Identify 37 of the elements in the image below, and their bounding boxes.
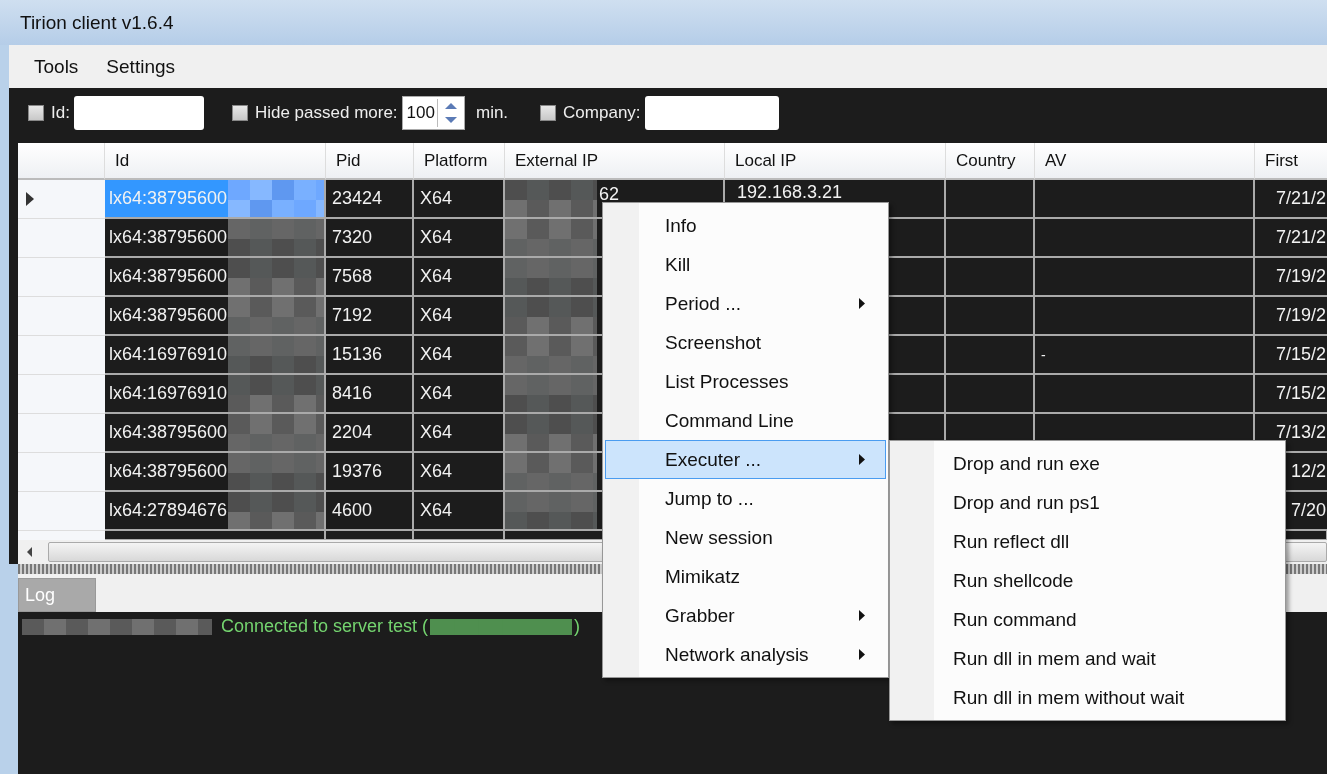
cell-text: 62 <box>599 184 620 205</box>
cell-text: 12/2 <box>1290 461 1326 482</box>
cell-text: lx64:38795600 <box>109 305 228 326</box>
cell-text: lx64:16976910 <box>109 344 228 365</box>
cell-text: 7/15/2 <box>1275 383 1326 404</box>
table-cell: 7192 <box>326 297 414 336</box>
cell-text: 7/15/2 <box>1275 344 1326 365</box>
cell-text: lx64:38795600 <box>109 461 228 482</box>
table-cell: 4600 <box>326 492 414 531</box>
cell-text: 7/21/2 <box>1275 227 1326 248</box>
table-cell: 23424 <box>326 180 414 219</box>
cell-text: 7/19/2 <box>1275 305 1326 326</box>
table-cell: 19376 <box>326 453 414 492</box>
filter-label: Hide passed more: <box>254 103 398 123</box>
cell-text: 7/21/2 <box>1275 188 1326 209</box>
cell-text: lx64:38795600 <box>109 188 228 209</box>
cell-text: lx64:38795600 <box>109 266 228 287</box>
cell-text: lx64:38795600 <box>109 422 228 443</box>
cell-text: 7/13/2 <box>1275 422 1326 443</box>
table-cell: 7320 <box>326 219 414 258</box>
cell-text: 192.168.3.21 <box>736 182 843 203</box>
cell-text: lx64:16976910 <box>109 383 228 404</box>
table-cell: 2204 <box>326 414 414 453</box>
cell-text: 7/20 <box>1290 500 1326 521</box>
window-title: Tirion client v1.6.4 <box>20 11 174 34</box>
table-cell: 15136 <box>326 336 414 375</box>
cell-text: - <box>1041 346 1046 363</box>
filter-label: Company: <box>563 103 641 123</box>
table-cell: 7568 <box>326 258 414 297</box>
cell-text: 7/19/2 <box>1275 266 1326 287</box>
filter-label: Id: <box>51 103 70 123</box>
cell-text: lx64:38795600 <box>109 227 228 248</box>
log-message: Connected to server test ( <box>221 616 429 637</box>
cell-text: lx64:27894676 <box>109 500 228 521</box>
log-message: ) <box>574 616 581 637</box>
unit-label: min. <box>475 103 509 123</box>
table-cell: 8416 <box>326 375 414 414</box>
